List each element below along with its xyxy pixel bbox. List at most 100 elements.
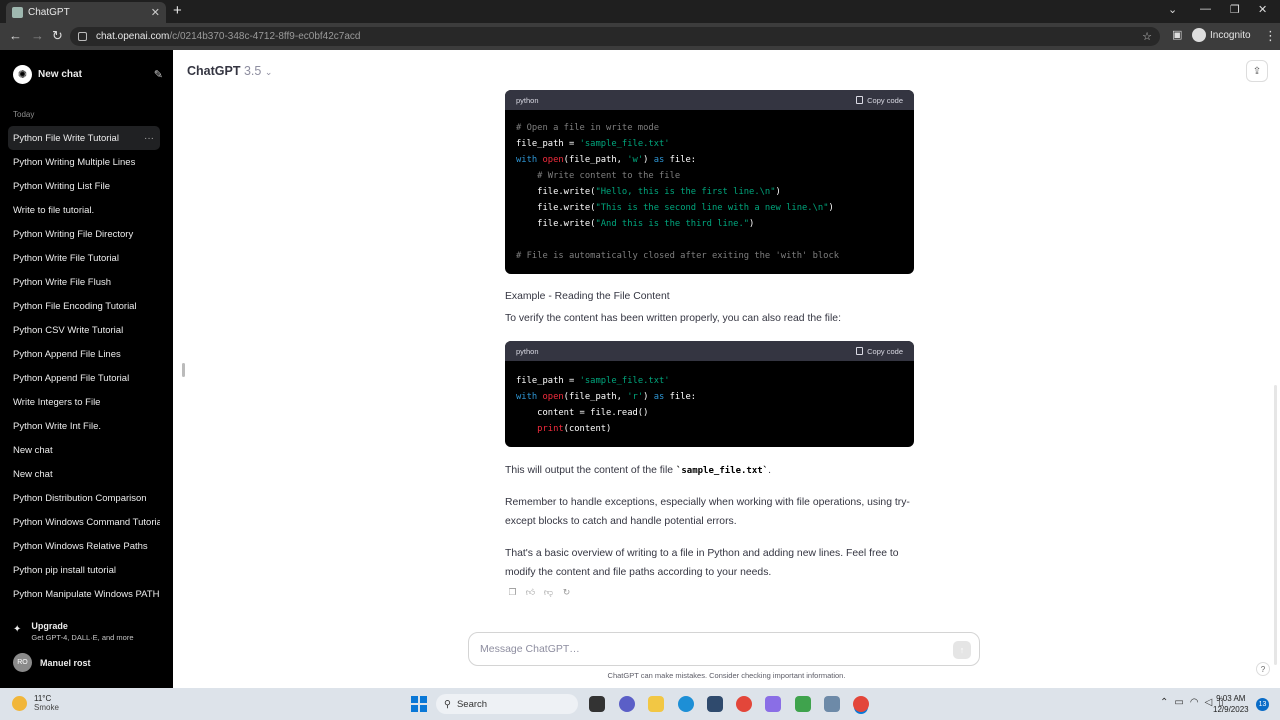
sidepanel-icon[interactable]: ▣ — [1172, 28, 1182, 41]
sidebar-history-item[interactable]: Python pip install tutorial — [8, 558, 160, 582]
sidebar-history-item[interactable]: Python Append File Lines — [8, 342, 160, 366]
volume-icon[interactable]: ◁ — [1205, 697, 1213, 708]
sidebar-history-item[interactable]: Python Manipulate Windows PATH — [8, 582, 160, 606]
model-selector[interactable]: ChatGPT 3.5 ⌄ — [187, 64, 272, 78]
sidebar-toggle-handle[interactable] — [182, 363, 185, 377]
sidebar-history-item[interactable]: Python File Write Tutorial ··· — [8, 126, 160, 150]
history-section-today: Today — [13, 110, 35, 119]
history-item-label: Python Write Int File. — [13, 420, 101, 432]
app-icon[interactable] — [765, 696, 781, 712]
taskbar-search[interactable]: ⚲ Search — [436, 694, 578, 714]
code-token: file: — [664, 392, 697, 402]
code-token: ) — [643, 392, 654, 402]
reload-icon[interactable]: ↻ — [52, 28, 63, 44]
clock-time: 9:03 AM — [1216, 694, 1246, 703]
share-icon: ⇪ — [1252, 65, 1262, 77]
sidebar-history-item[interactable]: Write to file tutorial. — [8, 198, 160, 222]
incognito-indicator[interactable]: Incognito — [1192, 28, 1251, 42]
upgrade-button[interactable]: ✦ Upgrade Get GPT-4, DALL·E, and more — [13, 621, 134, 642]
sidebar-history-item[interactable]: Python Write File Tutorial — [8, 246, 160, 270]
wifi-icon[interactable]: ◠ — [1190, 697, 1199, 708]
sidebar-history-item[interactable]: Write Integers to File — [8, 390, 160, 414]
scrollbar[interactable] — [1274, 385, 1277, 665]
message-composer: ↑ — [468, 632, 980, 666]
browser-tab[interactable]: ChatGPT ✕ — [6, 2, 166, 23]
task-view-icon[interactable] — [589, 696, 605, 712]
tab-search-icon[interactable]: ⌄ — [1168, 3, 1177, 16]
sidebar-history-item[interactable]: New chat — [8, 438, 160, 462]
sidebar-history-item[interactable]: Python Distribution Comparison — [8, 486, 160, 510]
sidebar-history-item[interactable]: New chat — [8, 462, 160, 486]
weather-widget[interactable]: 11°C Smoke — [12, 694, 59, 712]
url-domain: chat.openai.com — [96, 31, 170, 42]
code-token: file_path = — [516, 139, 580, 149]
url-field[interactable]: chat.openai.com/c/0214b370-348c-4712-8ff… — [70, 27, 1160, 46]
copy-code-button[interactable]: Copy code — [856, 347, 903, 356]
chrome-icon[interactable] — [736, 696, 752, 712]
regenerate-icon[interactable]: ↻ — [561, 587, 572, 598]
taskbar-clock[interactable]: 9:03 AM 12/9/2023 — [1213, 693, 1249, 715]
browser-menu-icon[interactable]: ⋮ — [1264, 28, 1277, 44]
sidebar-history-item[interactable]: Python Write File Flush — [8, 270, 160, 294]
code-token: file_path = — [516, 376, 580, 386]
new-tab-icon[interactable]: + — [173, 2, 182, 19]
file-explorer-icon[interactable] — [648, 696, 664, 712]
sidebar-history-item[interactable]: Python Windows Command Tutorial — [8, 510, 160, 534]
thumbs-down-icon[interactable]: 👎︎ — [543, 587, 554, 598]
arrow-up-icon: ↑ — [959, 645, 965, 655]
sidebar-history-item[interactable]: Python Append File Tutorial — [8, 366, 160, 390]
chrome-active-icon[interactable] — [853, 696, 869, 712]
close-tab-icon[interactable]: ✕ — [151, 6, 160, 19]
site-info-icon[interactable] — [78, 32, 87, 41]
more-options-icon[interactable]: ··· — [144, 133, 154, 144]
user-menu[interactable]: RO Manuel rost — [13, 653, 91, 672]
code-token: "This is the second line with a new line… — [595, 203, 829, 213]
windows-start-icon[interactable] — [411, 696, 427, 712]
code-token: 'sample_file.txt' — [579, 376, 670, 386]
help-button[interactable]: ? — [1256, 662, 1270, 676]
sidebar-history-item[interactable]: Python Writing List File — [8, 174, 160, 198]
image-app-icon[interactable] — [824, 696, 840, 712]
sidebar-history-item[interactable]: Python Write Int File. — [8, 414, 160, 438]
sidebar-history-item[interactable]: Python Writing File Directory — [8, 222, 160, 246]
history-item-label: Python Writing File Directory — [13, 228, 134, 240]
chat-history-list: Python File Write Tutorial ··· Python Writ… — [8, 126, 160, 606]
code-line: print(content) — [516, 421, 903, 437]
forward-icon[interactable]: → — [31, 28, 44, 43]
code-block-header: python Copy code — [505, 341, 914, 361]
clock-date: 12/9/2023 — [1213, 705, 1249, 714]
paragraph: To verify the content has been written p… — [505, 313, 841, 324]
copy-icon[interactable]: ❐ — [507, 587, 518, 598]
store-icon[interactable] — [707, 696, 723, 712]
maximize-icon[interactable]: ❐ — [1230, 3, 1240, 16]
thumbs-up-icon[interactable]: 👍︎ — [525, 587, 536, 598]
url-path: /c/0214b370-348c-4712-8ff9-ec0bf42c7acd — [169, 31, 361, 42]
close-window-icon[interactable]: ✕ — [1258, 3, 1267, 16]
history-item-label: Python Distribution Comparison — [13, 492, 147, 504]
share-button[interactable]: ⇪ — [1246, 60, 1268, 82]
network-icon[interactable]: ▭ — [1174, 697, 1183, 708]
minimize-icon[interactable]: — — [1200, 3, 1211, 15]
edge-browser-icon[interactable] — [678, 696, 694, 712]
code-line: # File is automatically closed after exi… — [516, 248, 903, 264]
code-token: ) — [749, 219, 755, 229]
sidebar-history-item[interactable]: Python File Encoding Tutorial — [8, 294, 160, 318]
chevron-up-icon[interactable]: ⌃ — [1160, 697, 1168, 708]
message-input[interactable] — [480, 643, 940, 655]
notepad-icon[interactable] — [795, 696, 811, 712]
send-button[interactable]: ↑ — [953, 641, 971, 659]
chatgpt-favicon-icon — [12, 7, 23, 18]
sidebar-history-item[interactable]: Python Windows Relative Paths — [8, 534, 160, 558]
edit-icon[interactable]: ✎ — [154, 68, 163, 81]
sidebar-history-item[interactable]: Python Writing Multiple Lines — [8, 150, 160, 174]
copy-code-button[interactable]: Copy code — [856, 96, 903, 105]
back-icon[interactable]: ← — [9, 28, 22, 43]
bookmark-star-icon[interactable]: ☆ — [1142, 30, 1152, 43]
chat-app-icon[interactable] — [619, 696, 635, 712]
new-chat-button[interactable]: ✺ New chat ✎ — [13, 64, 163, 84]
sidebar-history-item[interactable]: Python CSV Write Tutorial — [8, 318, 160, 342]
notification-badge[interactable]: 13 — [1256, 698, 1269, 711]
code-token: ) — [643, 155, 654, 165]
taskbar-search-label: Search — [456, 698, 488, 710]
code-line: file.write("This is the second line with… — [516, 200, 903, 216]
